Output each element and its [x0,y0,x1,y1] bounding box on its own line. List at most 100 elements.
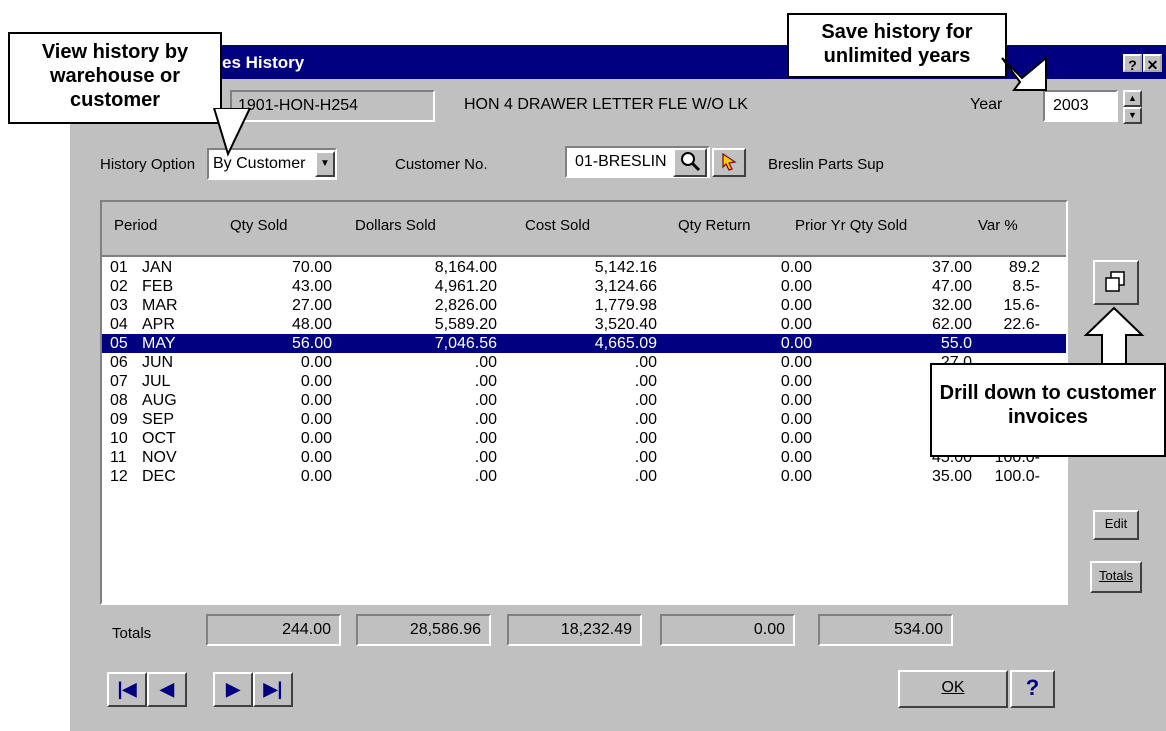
table-row[interactable]: 08AUG0.00.00.000.0052.0 [102,391,1066,410]
history-option-label: History Option [100,156,196,173]
total-qty-return: 0.00 [660,614,795,646]
cell-dollars: .00 [474,373,497,390]
drill-down-button[interactable] [1093,260,1139,305]
cell-cost: 3,124.66 [594,278,657,295]
cell-dollars: 7,046.56 [434,335,497,352]
customer-link-button[interactable] [712,148,746,177]
cell-cost: 1,779.98 [594,297,657,314]
cell-qty: 0.00 [300,468,332,485]
cell-prior: 35.00 [931,468,972,485]
pointer-arrow-icon [722,152,737,171]
cell-no: 02 [110,278,128,295]
help-title-button[interactable]: ? [1123,54,1142,73]
arrow-down-icon: ▼ [1128,110,1137,120]
copy-icon [1105,271,1125,292]
cell-qty: 48.00 [291,316,332,333]
total-cost-sold: 18,232.49 [507,614,642,646]
history-list[interactable]: 01 JAN 70.00 8,164.00 5,142.16 0.00 37.00 89.2 0… [102,255,1066,605]
total-prior-yr-qty: 534.00 [818,614,953,646]
table-row[interactable]: 12 DEC 0.00 .00 .00 0.00 35.00 100.0- [102,467,1066,486]
table-row[interactable]: 07JUL0.00.00.000.0070.0 [102,372,1066,391]
cell-qty: 27.00 [291,297,332,314]
callout-view-pointer [212,108,252,157]
edit-button[interactable]: Edit [1093,510,1139,540]
totals-label: Totals [112,625,152,642]
table-row[interactable]: 02 FEB 43.00 4,961.20 3,124.66 0.00 47.00 8.5- [102,277,1066,296]
year-up-button[interactable]: ▲ [1123,90,1142,107]
cell-qty: 56.00 [291,335,332,352]
col-dollars-sold: Dollars Sold [355,217,436,234]
col-var-pct: Var % [978,217,1018,234]
table-row[interactable]: 03 MAR 27.00 2,826.00 1,779.98 0.00 32.00 15.6- [102,296,1066,315]
table-row[interactable]: 06JUN0.00.00.000.0027.0 [102,353,1066,372]
chevron-down-icon: ▼ [320,158,330,169]
close-button[interactable]: ✕ [1143,54,1162,73]
cell-ret: 0.00 [780,430,812,447]
previous-icon: ◀ [160,679,174,699]
cell-cost: .00 [634,468,657,485]
ok-button[interactable]: OK [898,670,1008,708]
customer-label: Customer No. [395,156,488,173]
cell-dollars: .00 [474,392,497,409]
cell-cost: .00 [634,354,657,371]
cell-var: 15.6- [1003,297,1040,314]
table-row[interactable]: 04 APR 48.00 5,589.20 3,520.40 0.00 62.00 22.6- [102,315,1066,334]
totals-button[interactable]: Totals [1090,561,1142,593]
cell-mon: AUG [142,392,177,409]
cell-cost: .00 [634,392,657,409]
cell-ret: 0.00 [780,354,812,371]
cell-cost: .00 [634,430,657,447]
cell-cost: 4,665.09 [594,335,657,352]
cell-ret: 0.00 [780,297,812,314]
cell-no: 01 [110,259,128,276]
col-cost-sold: Cost Sold [525,217,591,234]
cell-cost: 3,520.40 [594,316,657,333]
cell-ret: 0.00 [780,468,812,485]
cell-dollars: 4,961.20 [434,278,497,295]
col-qty-sold: Qty Sold [230,217,288,234]
cell-no: 10 [110,430,128,447]
previous-record-button[interactable]: ◀ [147,672,187,707]
cell-no: 09 [110,411,128,428]
cell-mon: FEB [142,278,174,295]
next-record-button[interactable]: ▶ [213,672,253,707]
table-row[interactable]: 11 NOV 0.00.00.00 0.00 45.00 100.0- [102,448,1066,467]
table-row[interactable]: 05 MAY 56.00 7,046.56 4,665.09 0.00 55.0 [102,334,1066,353]
cell-mon: DEC [142,468,176,485]
cell-cost: .00 [634,373,657,390]
year-label: Year [970,96,1003,113]
cell-prior: 55.0 [940,335,972,352]
customer-name: Breslin Parts Sup [768,156,884,173]
window-title: es History [222,53,305,72]
first-icon: |◀ [117,679,137,699]
cell-cost: 5,142.16 [594,259,657,276]
cell-dollars: .00 [474,354,497,371]
cell-mon: JAN [142,259,173,276]
last-record-button[interactable]: ▶| [253,672,293,707]
table-row[interactable]: 09SEP0.00.00.000.0042.00100.0- [102,410,1066,429]
cell-prior: 47.00 [931,278,972,295]
cell-mon: NOV [142,449,177,466]
callout-drill-down: Drill down to customer invoices [930,363,1166,457]
cell-prior: 37.00 [931,259,972,276]
table-row[interactable]: 10OCT0.00.00.000.0030.00100.0- [102,429,1066,448]
cell-qty: 43.00 [291,278,332,295]
help-button[interactable]: ? [1010,670,1055,708]
cell-mon: MAY [142,335,176,352]
cell-no: 11 [110,449,127,466]
cell-ret: 0.00 [780,335,812,352]
cell-var: 22.6- [1003,316,1040,333]
col-period: Period [114,217,158,234]
history-option-dropdown-button[interactable]: ▼ [315,151,335,177]
first-record-button[interactable]: |◀ [107,672,147,707]
cell-var: 100.0- [994,468,1040,485]
cell-no: 12 [110,468,128,485]
customer-lookup-button[interactable] [673,148,707,177]
cell-ret: 0.00 [780,316,812,333]
total-dollars-sold: 28,586.96 [356,614,491,646]
table-row[interactable]: 01 JAN 70.00 8,164.00 5,142.16 0.00 37.00 89.2 [102,258,1066,277]
cell-prior: 62.00 [931,316,972,333]
year-down-button[interactable]: ▼ [1123,107,1142,124]
cell-dollars: .00 [474,411,497,428]
cell-qty: 70.00 [291,259,332,276]
